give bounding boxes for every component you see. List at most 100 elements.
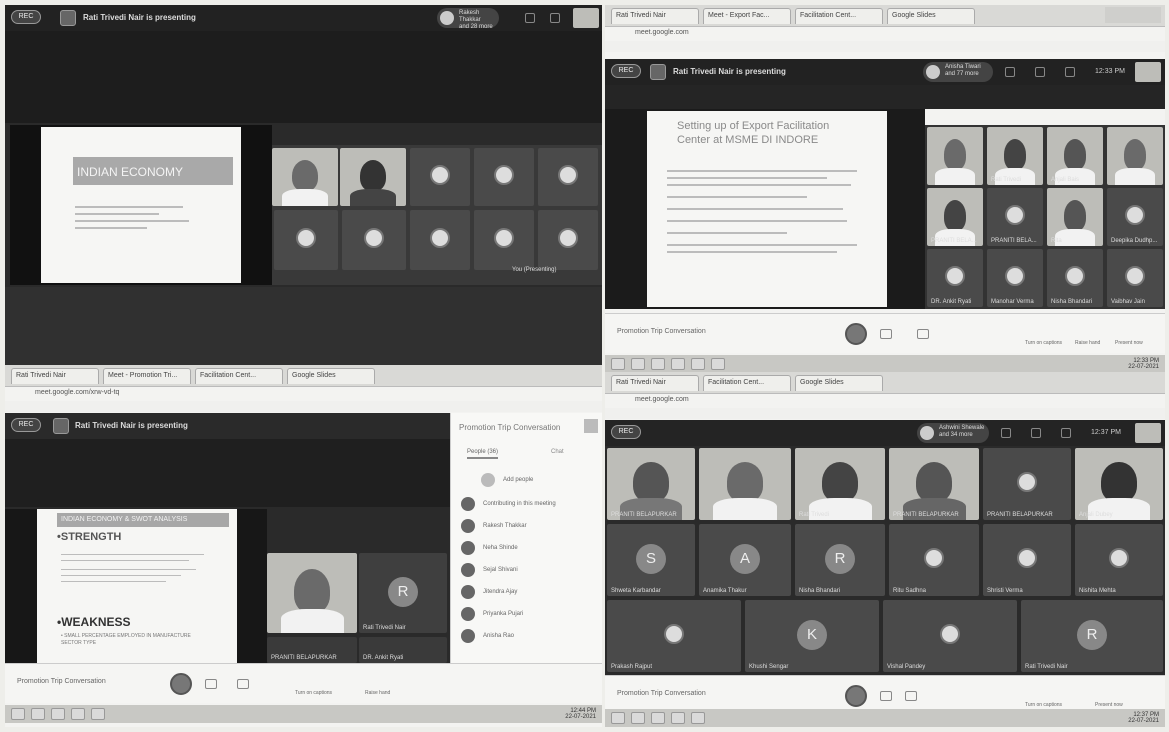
start-icon[interactable] [611, 712, 625, 724]
weakness-heading: •WEAKNESS [57, 615, 131, 629]
avatar-tile: Vaibhav Jain [1107, 249, 1163, 307]
end-call-button[interactable] [845, 685, 867, 707]
taskbar-app-icon[interactable] [631, 712, 645, 724]
browser-tab-strip: Rati Trivedi Nair Facilitation Cent... G… [605, 372, 1165, 394]
taskbar-app-icon[interactable] [631, 358, 645, 370]
address-bar[interactable]: meet.google.com [605, 27, 1165, 41]
captions-icon[interactable] [917, 329, 929, 339]
avatar-tile: PRANITI BELAPURKAR [267, 637, 357, 663]
start-icon[interactable] [11, 708, 25, 720]
chat-icon[interactable] [550, 13, 560, 23]
meet-controls: Promotion Trip Conversation Turn on capt… [5, 663, 602, 703]
people-row[interactable]: Jitendra Ajay [461, 585, 517, 599]
video-tile [1107, 127, 1163, 185]
video-tile: PRANITI BELAPURKAR [607, 448, 695, 520]
weakness-bullet: • SMALL PERCENTAGE EMPLOYED IN MANUFACTU… [61, 633, 191, 646]
end-call-button[interactable] [845, 323, 867, 345]
taskbar-app-icon[interactable] [31, 708, 45, 720]
end-call-button[interactable] [170, 673, 192, 695]
taskbar-app-icon[interactable] [691, 712, 705, 724]
participants-chip[interactable]: Anisha Tiwari and 77 more [923, 62, 993, 82]
taskbar-app-icon[interactable] [91, 708, 105, 720]
avatar-tile: Deepika Dudhp... [1107, 188, 1163, 246]
start-icon[interactable] [611, 358, 625, 370]
video-tile [267, 553, 357, 633]
browser-tab[interactable]: Facilitation Cent... [703, 375, 791, 391]
address-bar[interactable]: meet.google.com [605, 394, 1165, 408]
people-row[interactable]: Anisha Rao [461, 629, 514, 643]
rec-badge: REC [11, 418, 41, 432]
browser-tab[interactable]: Facilitation Cent... [195, 368, 283, 384]
rec-badge: REC [611, 425, 641, 439]
panel-tab-people[interactable]: People (36) [467, 449, 499, 459]
avatar-tile: PRANITI BELA... [987, 188, 1043, 246]
people-row[interactable]: Rakesh Thakkar [461, 519, 527, 533]
browser-tab[interactable]: Meet - Export Fac... [703, 8, 791, 24]
browser-tab[interactable]: Rati Trivedi Nair [11, 368, 99, 384]
video-grid: You (Presenting) [272, 145, 602, 285]
taskbar-app-icon[interactable] [651, 358, 665, 370]
avatar-tile [538, 148, 598, 206]
browser-tab[interactable]: Rati Trivedi Nair [611, 8, 699, 24]
people-row[interactable]: Add people [481, 473, 533, 487]
participants-chip[interactable]: Rakesh Thakkar and 28 more [437, 8, 499, 30]
avatar-tile: Nishita Mehta [1075, 524, 1163, 596]
bookmarks-bar [605, 41, 1165, 52]
people-row[interactable]: Neha Shinde [461, 541, 518, 555]
more-options-icon[interactable] [880, 691, 892, 701]
browser-tab[interactable]: Meet - Promotion Tri... [103, 368, 191, 384]
avatar-tile: DR. Ankit Ryati [927, 249, 983, 307]
captions-icon[interactable] [905, 691, 917, 701]
avatar-tile: R Rati Trivedi Nair [359, 553, 447, 633]
avatar-tile: R Nisha Bhandari [795, 524, 885, 596]
captions-icon[interactable] [237, 679, 249, 689]
avatar-tile: DR. Ankit Ryati [359, 637, 447, 663]
video-tile [699, 448, 791, 520]
panel-close-button[interactable] [584, 419, 598, 433]
people-icon[interactable] [525, 13, 535, 23]
rec-badge: REC [11, 10, 41, 24]
taskbar-app-icon[interactable] [691, 358, 705, 370]
taskbar-app-icon[interactable] [711, 358, 725, 370]
people-row[interactable]: Priyanka Pujari [461, 607, 523, 621]
chrome-icon[interactable] [671, 712, 685, 724]
people-row[interactable]: Sejal Shivani [461, 563, 518, 577]
meet-controls: Promotion Trip Conversation Turn on capt… [605, 313, 1165, 353]
chat-icon[interactable] [1065, 67, 1075, 77]
slide-bullets [667, 165, 867, 258]
dark-band [605, 85, 1165, 109]
chat-icon[interactable] [1061, 428, 1071, 438]
people-icon[interactable] [1031, 428, 1041, 438]
browser-tab[interactable]: Google Slides [287, 368, 375, 384]
taskbar-app-icon[interactable] [651, 712, 665, 724]
address-bar[interactable]: meet.google.com/xrw-vd-tq [5, 387, 602, 401]
info-icon[interactable] [1005, 67, 1015, 77]
self-view-thumb [1135, 423, 1161, 443]
presenting-label: Rati Trivedi Nair is presenting [75, 421, 188, 430]
taskbar-app-icon[interactable] [51, 708, 65, 720]
browser-tab[interactable]: Rati Trivedi Nair [611, 375, 699, 391]
browser-tab[interactable]: Google Slides [795, 375, 883, 391]
browser-tab[interactable]: Google Slides [887, 8, 975, 24]
meet-top-bar: REC Ashwini Shewale and 34 more 12:37 PM [605, 420, 1165, 446]
chrome-icon[interactable] [671, 358, 685, 370]
video-tile: Rati Trivedi [987, 127, 1043, 185]
people-row[interactable]: Contributing in this meeting [461, 497, 556, 511]
bookmarks-bar [605, 408, 1165, 419]
video-tile: Anjali Bais [1047, 127, 1103, 185]
info-icon[interactable] [1001, 428, 1011, 438]
participants-chip[interactable]: Ashwini Shewale and 34 more [917, 423, 989, 443]
chrome-icon[interactable] [71, 708, 85, 720]
more-options-icon[interactable] [880, 329, 892, 339]
avatar-icon [920, 426, 934, 440]
browser-tab[interactable]: Facilitation Cent... [795, 8, 883, 24]
window-controls[interactable] [1105, 7, 1161, 23]
strength-heading: •STRENGTH [57, 531, 122, 543]
panel-tab-chat[interactable]: Chat [551, 449, 564, 455]
clock-text: 12:33 PM [1095, 68, 1125, 75]
tile-label: You (Presenting) [512, 267, 557, 273]
more-options-icon[interactable] [205, 679, 217, 689]
people-icon[interactable] [1035, 67, 1045, 77]
presenting-label: Rati Trivedi Nair is presenting [83, 13, 196, 22]
avatar-tile: Manohar Verma [987, 249, 1043, 307]
